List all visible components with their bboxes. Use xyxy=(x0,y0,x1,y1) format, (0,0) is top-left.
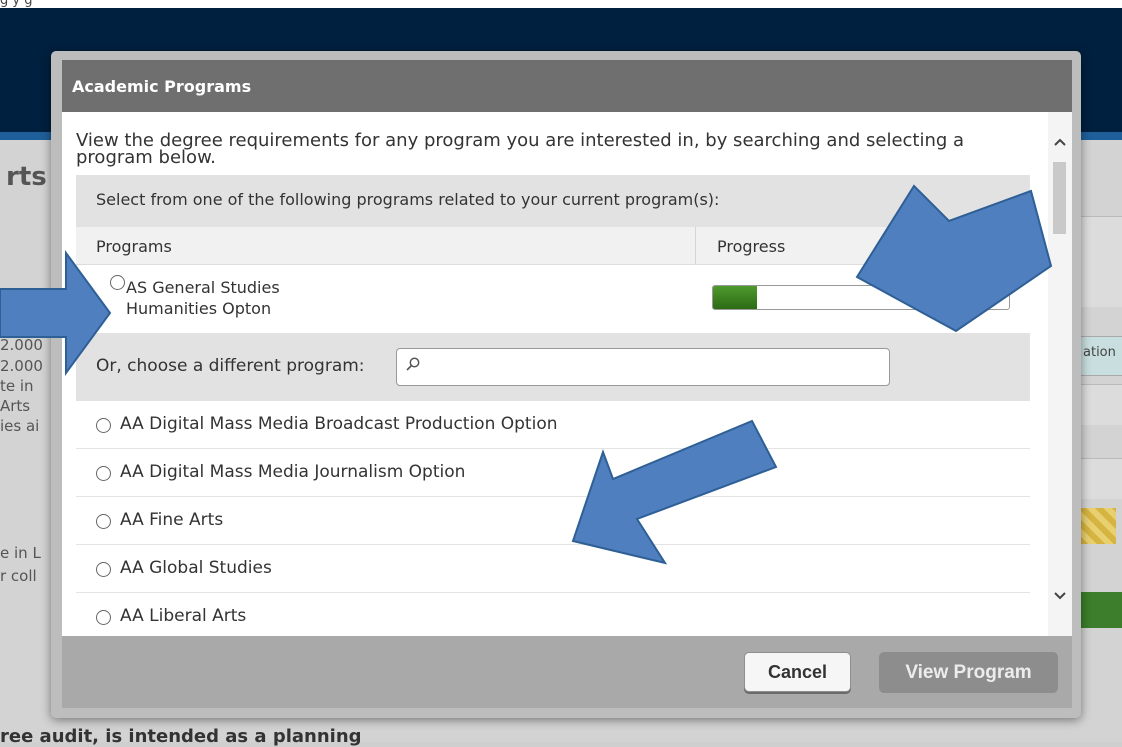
dialog-intro-text: View the degree requirements for any pro… xyxy=(76,130,965,168)
background-text-line: 2.000 xyxy=(0,357,43,375)
dialog-header: Academic Programs xyxy=(62,60,1072,112)
related-programs-label: Select from one of the following program… xyxy=(96,190,720,209)
column-divider xyxy=(695,227,696,264)
dialog-scrollbar[interactable] xyxy=(1048,112,1072,636)
column-header-programs: Programs xyxy=(96,237,172,256)
current-program-option: Humanities Opton xyxy=(126,299,272,318)
background-top-strip: g y g xyxy=(0,0,1122,8)
program-label: AA Global Studies xyxy=(120,558,272,578)
background-text-line: Arts xyxy=(0,397,31,415)
column-header-progress: Progress xyxy=(717,237,786,256)
dialog-content: View the degree requirements for any pro… xyxy=(62,112,1072,636)
background-progress-yellow xyxy=(1080,508,1116,544)
program-list-item[interactable]: AA Digital Mass Media Broadcast Producti… xyxy=(76,401,1030,449)
program-list-item[interactable]: AA Fine Arts xyxy=(76,497,1030,545)
background-panel xyxy=(1080,216,1122,307)
background-status-pill: ation xyxy=(1080,336,1122,376)
program-radio[interactable] xyxy=(96,466,111,481)
view-program-button[interactable]: View Program xyxy=(879,652,1058,693)
program-radio[interactable] xyxy=(96,610,111,625)
program-list: AA Digital Mass Media Broadcast Producti… xyxy=(76,401,1030,636)
background-panel xyxy=(1080,458,1122,499)
related-programs-bar: Select from one of the following program… xyxy=(76,175,1030,227)
chevron-up-icon[interactable] xyxy=(1048,134,1072,150)
chevron-down-icon[interactable] xyxy=(1048,588,1072,604)
academic-programs-dialog: Academic Programs View the degree requir… xyxy=(51,51,1081,718)
program-search-label: Or, choose a different program: xyxy=(96,356,365,376)
background-text-line: 2.000 xyxy=(0,336,43,354)
programs-table-header: Programs Progress xyxy=(76,227,1030,265)
program-label: AA Digital Mass Media Journalism Option xyxy=(120,462,466,482)
dialog-title: Academic Programs xyxy=(72,77,252,96)
search-icon xyxy=(406,357,420,371)
background-top-text: g y g xyxy=(0,0,33,8)
program-radio[interactable] xyxy=(96,514,111,529)
dialog-footer: Cancel View Program xyxy=(62,636,1072,708)
background-text-line: ies ai xyxy=(0,417,40,435)
background-text-line: te in xyxy=(0,377,34,395)
program-label: AA Fine Arts xyxy=(120,510,224,530)
program-label: AA Digital Mass Media Broadcast Producti… xyxy=(120,414,558,434)
program-list-item[interactable]: AA Liberal Arts xyxy=(76,593,1030,636)
background-bottom-text: ree audit, is intended as a planning xyxy=(0,726,362,747)
background-text-line: r coll xyxy=(0,567,37,585)
current-program-name: AS General Studies xyxy=(126,278,280,297)
cancel-button[interactable]: Cancel xyxy=(744,652,851,692)
program-radio[interactable] xyxy=(96,418,111,433)
program-list-item[interactable]: AA Digital Mass Media Journalism Option xyxy=(76,449,1030,497)
program-search-bar: Or, choose a different program: xyxy=(76,333,1030,401)
scrollbar-thumb[interactable] xyxy=(1053,162,1066,234)
background-panel xyxy=(1080,384,1122,425)
progress-bar-fill xyxy=(713,286,758,309)
program-list-item[interactable]: AA Global Studies xyxy=(76,545,1030,593)
program-label: AA Liberal Arts xyxy=(120,606,247,626)
background-pill-text: ation xyxy=(1083,345,1116,360)
current-program-row[interactable]: AS General Studies Humanities Opton xyxy=(76,265,1030,333)
background-text-line: e in L xyxy=(0,544,41,562)
program-radio[interactable] xyxy=(96,562,111,577)
background-heading: rts xyxy=(6,162,47,192)
program-search-input[interactable] xyxy=(396,348,890,386)
current-program-progress-bar xyxy=(712,285,1010,310)
current-program-radio[interactable] xyxy=(110,275,125,290)
background-progress-green xyxy=(1080,592,1122,628)
